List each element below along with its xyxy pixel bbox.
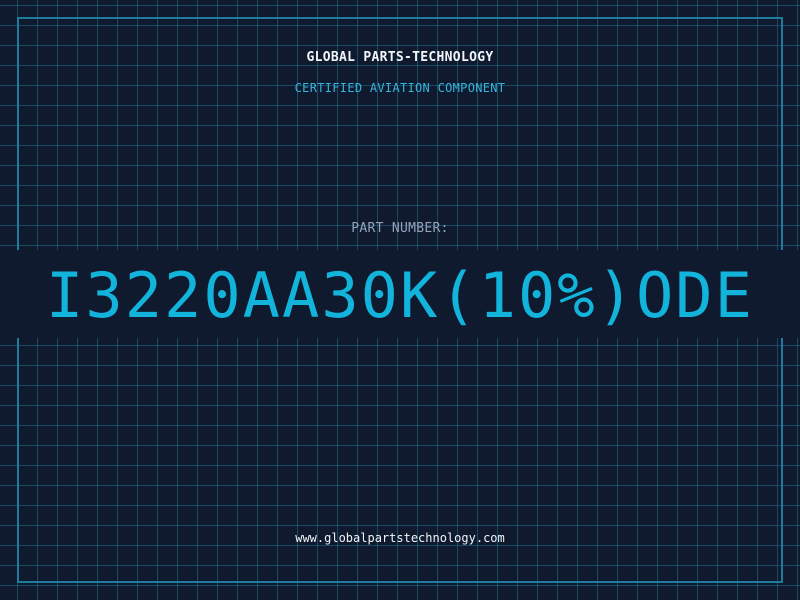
certification-subtitle: CERTIFIED AVIATION COMPONENT — [294, 81, 506, 95]
part-number-band: I3220AA30K(10%)ODE — [0, 250, 800, 338]
brand-name: GLOBAL PARTS-TECHNOLOGY — [306, 50, 494, 65]
website-url[interactable]: www.globalpartstechnology.com — [0, 531, 800, 545]
part-number-label: PART NUMBER: — [351, 221, 449, 236]
part-number-value: I3220AA30K(10%)ODE — [46, 259, 754, 332]
